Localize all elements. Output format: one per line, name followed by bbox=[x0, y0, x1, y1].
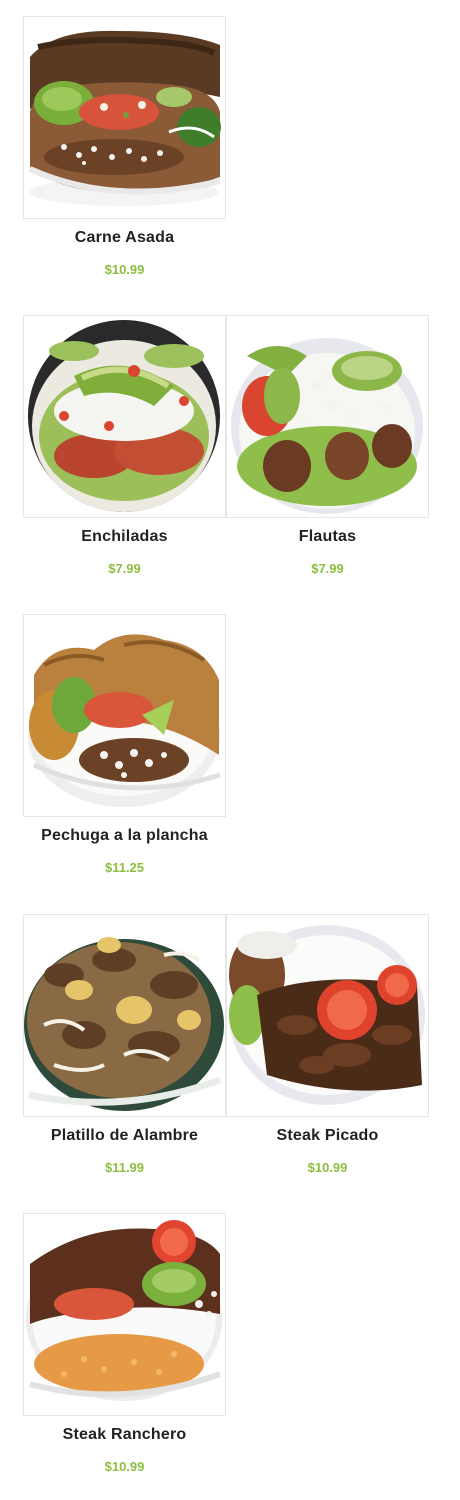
steak-picado-image[interactable] bbox=[226, 914, 429, 1117]
pechuga-plate-image bbox=[28, 634, 221, 807]
enchiladas-image[interactable] bbox=[23, 315, 226, 518]
steak-ranchero-image[interactable] bbox=[23, 1213, 226, 1416]
steak-picado-plate-image bbox=[229, 925, 425, 1105]
carne-asada-plate-image bbox=[28, 30, 221, 206]
item-name[interactable]: Steak Ranchero bbox=[23, 1426, 226, 1444]
alambre-plate-image bbox=[24, 937, 224, 1111]
item-name[interactable]: Carne Asada bbox=[23, 229, 226, 247]
enchiladas-plate-image bbox=[28, 320, 220, 512]
item-price: $11.99 bbox=[104, 1160, 145, 1175]
steak-ranchero-plate-image bbox=[26, 1220, 222, 1401]
item-price: $10.99 bbox=[104, 1459, 145, 1474]
item-price: $10.99 bbox=[307, 1160, 348, 1175]
alambre-image[interactable] bbox=[23, 914, 226, 1117]
pechuga-image[interactable] bbox=[23, 614, 226, 817]
flautas-image[interactable] bbox=[226, 315, 429, 518]
carne-asada-image[interactable] bbox=[23, 16, 226, 219]
item-name[interactable]: Pechuga a la plancha bbox=[23, 827, 226, 845]
item-price: $7.99 bbox=[108, 561, 141, 576]
item-name[interactable]: Platillo de Alambre bbox=[23, 1127, 226, 1145]
item-price: $10.99 bbox=[104, 262, 145, 277]
item-name[interactable]: Flautas bbox=[226, 528, 429, 546]
item-name[interactable]: Steak Picado bbox=[226, 1127, 429, 1145]
item-price: $7.99 bbox=[311, 561, 344, 576]
flautas-plate-image bbox=[231, 338, 423, 514]
item-name[interactable]: Enchiladas bbox=[23, 528, 226, 546]
item-price: $11.25 bbox=[104, 860, 145, 875]
